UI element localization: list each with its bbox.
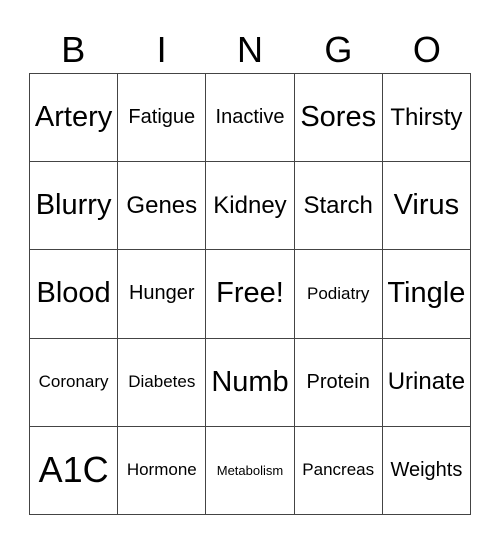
bingo-cell[interactable]: Blood — [30, 250, 119, 339]
bingo-cell[interactable]: Coronary — [30, 338, 119, 427]
bingo-cell[interactable]: Diabetes — [118, 338, 207, 427]
bingo-cell[interactable]: Inactive — [206, 74, 295, 163]
bingo-cell[interactable]: Artery — [30, 74, 119, 163]
bingo-cell[interactable]: Virus — [382, 162, 471, 251]
bingo-cell[interactable]: Metabolism — [206, 426, 295, 515]
bingo-cell[interactable]: Sores — [294, 74, 383, 163]
header-letter: N — [237, 29, 264, 70]
bingo-cell[interactable]: Fatigue — [118, 74, 207, 163]
bingo-cell[interactable]: Urinate — [382, 338, 471, 427]
bingo-cell[interactable]: Pancreas — [294, 426, 383, 515]
bingo-cell[interactable]: Hormone — [118, 426, 207, 515]
header-letter: I — [156, 29, 167, 70]
bingo-cell[interactable]: Numb — [206, 338, 295, 427]
header-letter: G — [324, 29, 353, 70]
header-letter: B — [61, 29, 86, 70]
bingo-header: B I N G O — [29, 28, 471, 72]
bingo-cell[interactable]: Thirsty — [382, 74, 471, 163]
bingo-cell[interactable]: Kidney — [206, 162, 295, 251]
bingo-cell[interactable]: Weights — [382, 426, 471, 515]
header-letter: O — [412, 29, 441, 70]
bingo-cell[interactable]: Starch — [294, 162, 383, 251]
bingo-cell[interactable]: Tingle — [382, 250, 471, 339]
bingo-cell[interactable]: Genes — [118, 162, 207, 251]
bingo-cell[interactable]: A1C — [30, 426, 119, 515]
bingo-cell[interactable]: Podiatry — [294, 250, 383, 339]
bingo-grid: Artery Fatigue Inactive Sores Thirsty Blurry G… — [29, 73, 471, 515]
bingo-cell[interactable]: Protein — [294, 338, 383, 427]
bingo-cell[interactable]: Free! — [206, 250, 295, 339]
bingo-cell[interactable]: Blurry — [30, 162, 119, 251]
bingo-cell[interactable]: Hunger — [118, 250, 207, 339]
